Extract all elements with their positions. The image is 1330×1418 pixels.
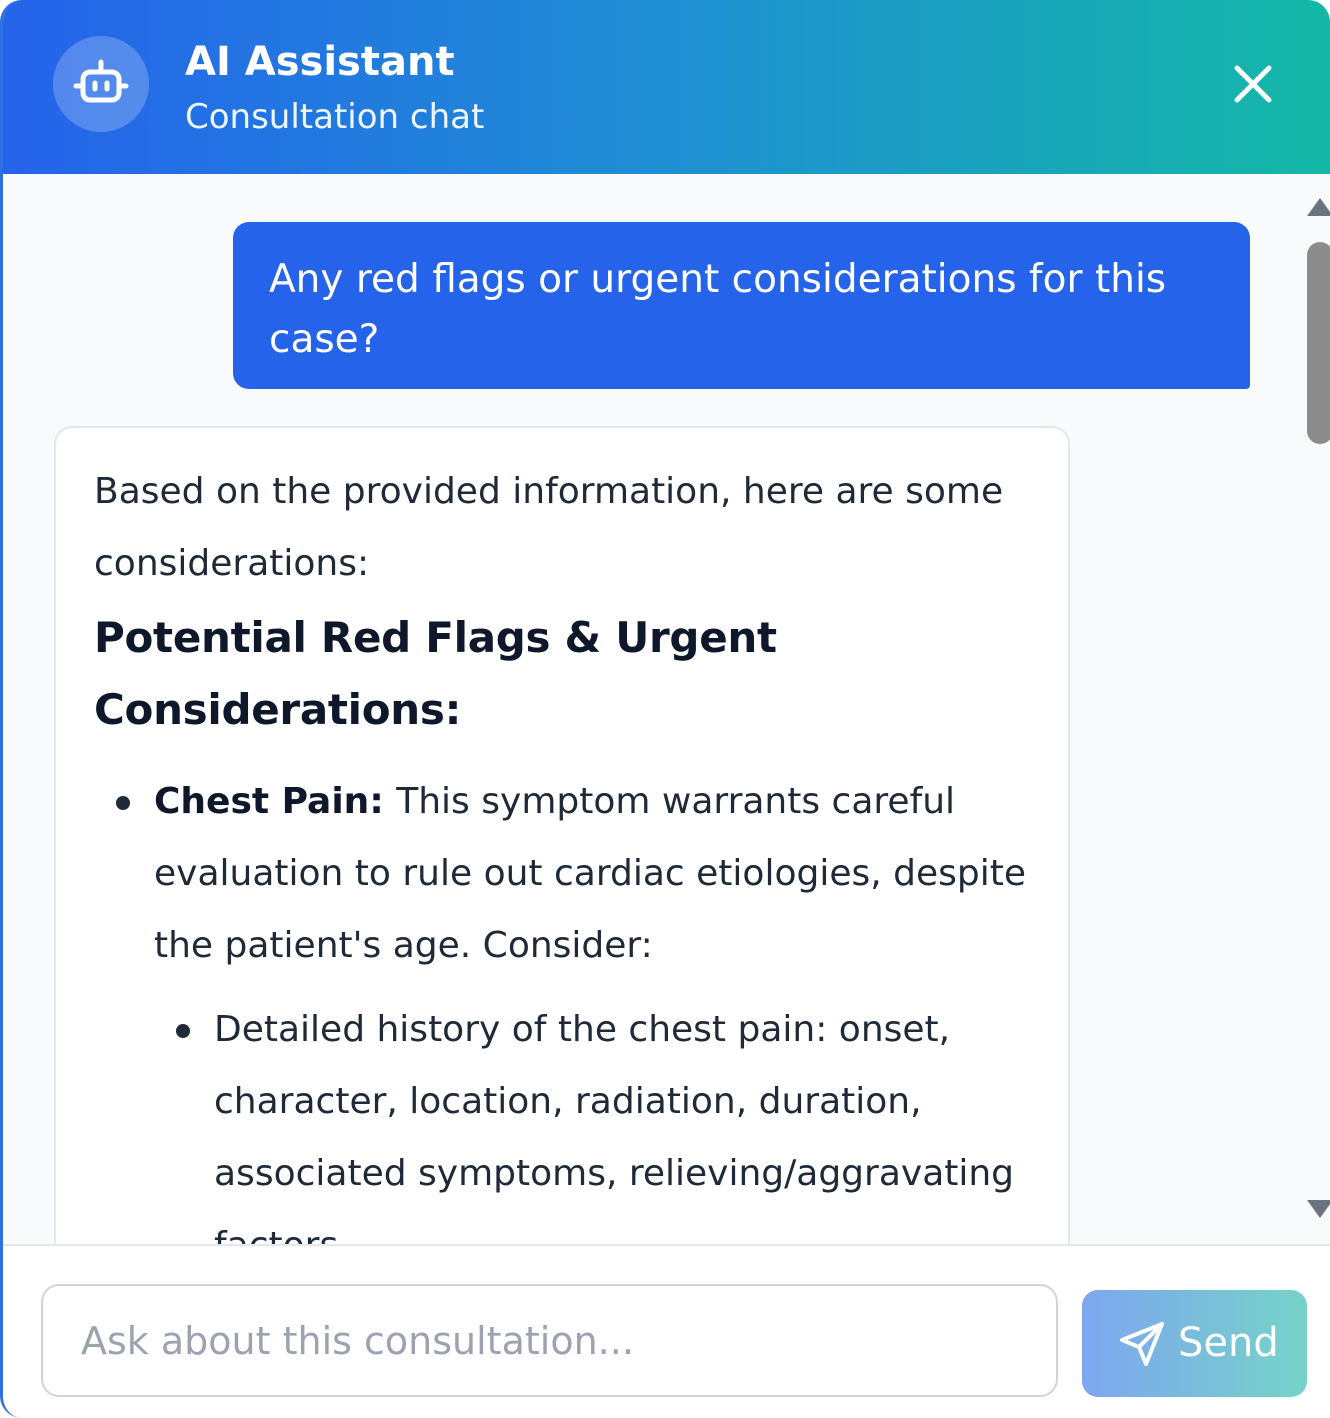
bullet-icon <box>116 796 130 810</box>
send-button-label: Send <box>1178 1320 1279 1366</box>
assistant-message-bubble: Based on the provided information, here … <box>54 426 1070 1244</box>
scroll-down-arrow-icon[interactable] <box>1307 1200 1330 1218</box>
list-item: Chest Pain: This symptom warrants carefu… <box>94 766 1030 1244</box>
scrollbar-thumb[interactable] <box>1307 242 1330 444</box>
sub-list: Detailed history of the chest pain: onse… <box>154 994 1030 1244</box>
chat-header: AI Assistant Consultation chat <box>3 0 1330 174</box>
assistant-intro-text: Based on the provided information, here … <box>94 471 1004 584</box>
scroll-up-arrow-icon[interactable] <box>1307 198 1330 216</box>
user-message-bubble: Any red flags or urgent considerations f… <box>233 222 1250 389</box>
assistant-avatar <box>53 36 149 132</box>
list-item-label: Chest Pain: <box>154 781 397 822</box>
close-button[interactable] <box>1221 52 1285 116</box>
message-list[interactable]: Any red flags or urgent considerations f… <box>3 174 1330 1244</box>
chat-title: AI Assistant <box>185 39 455 85</box>
assistant-heading: Potential Red Flags & Urgent Considerati… <box>94 613 777 734</box>
sub-list-item-text: Detailed history of the chest pain: onse… <box>214 1009 1015 1244</box>
red-flag-list: Chest Pain: This symptom warrants carefu… <box>94 766 1030 1244</box>
message-input[interactable] <box>41 1284 1058 1397</box>
sub-list-item: Detailed history of the chest pain: onse… <box>154 994 1030 1244</box>
bullet-icon <box>176 1024 190 1038</box>
send-button[interactable]: Send <box>1082 1290 1307 1397</box>
chat-subtitle: Consultation chat <box>185 97 485 137</box>
chat-widget: AI Assistant Consultation chat Any red f… <box>0 0 1330 1418</box>
composer-bar: Send <box>3 1244 1330 1418</box>
user-message-text: Any red flags or urgent considerations f… <box>269 257 1167 362</box>
